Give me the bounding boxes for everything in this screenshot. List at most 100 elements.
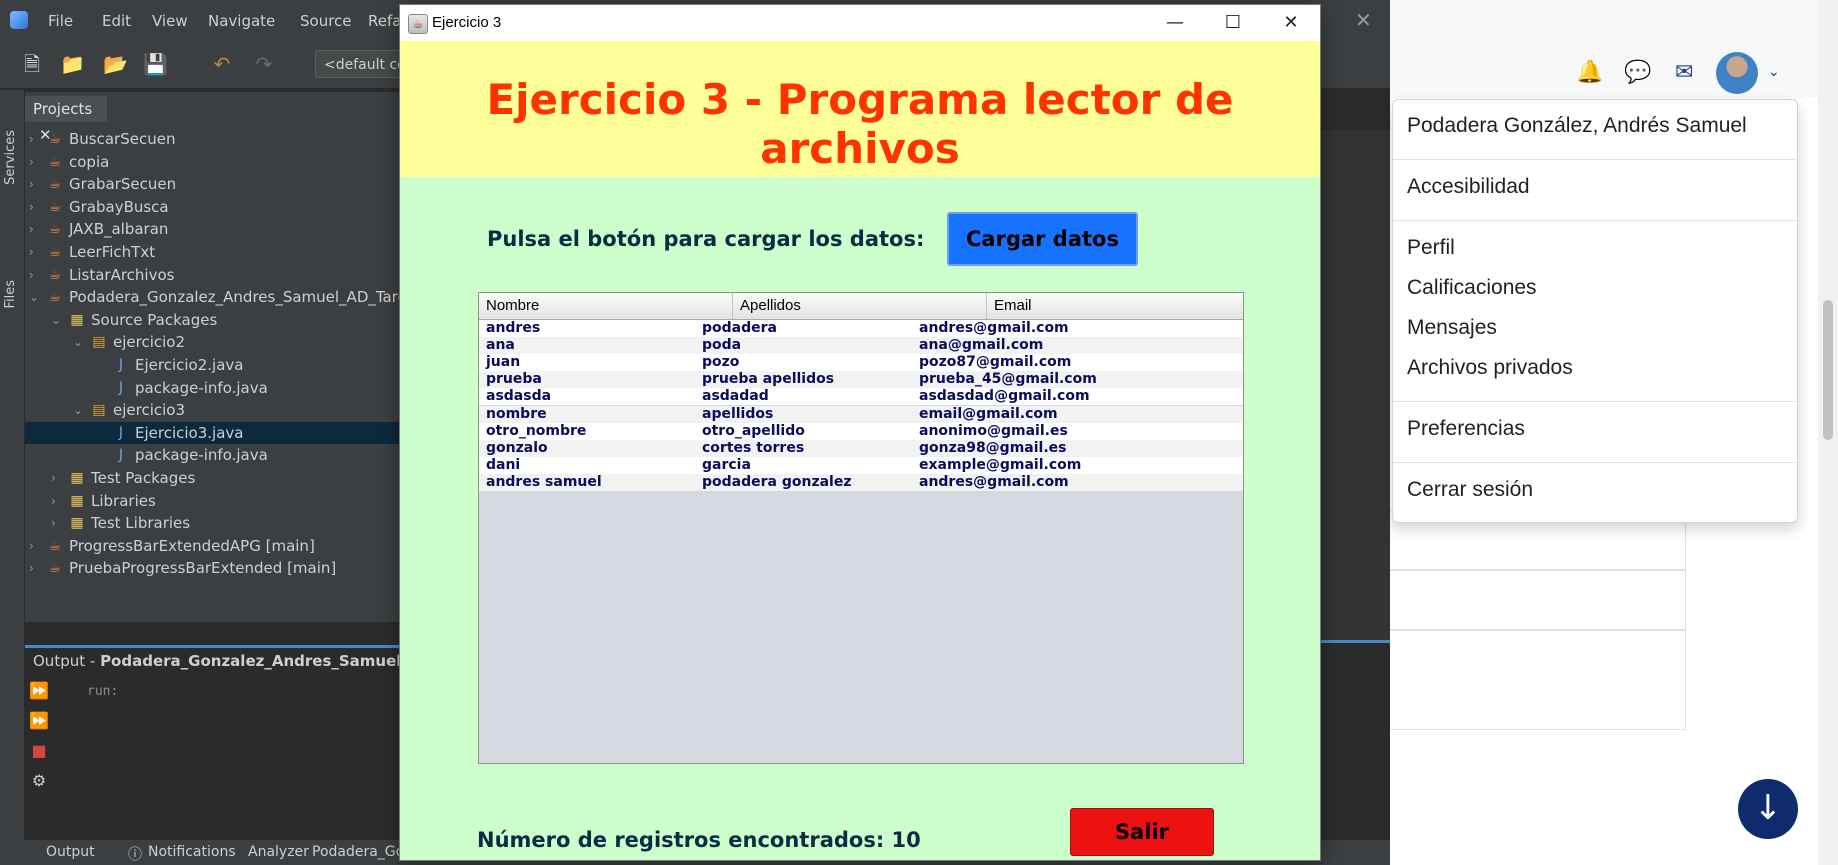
settings-icon[interactable]: ⚙ bbox=[28, 770, 50, 792]
cell-apellidos: garcia bbox=[702, 456, 751, 473]
rerun-with-params-icon[interactable]: ⏩ bbox=[28, 710, 50, 732]
menu-item-mensajes[interactable]: Mensajes bbox=[1407, 316, 1497, 340]
rerun-icon[interactable]: ⏩ bbox=[28, 680, 50, 702]
page-scrollbar[interactable] bbox=[1818, 0, 1838, 865]
table-row[interactable]: otro_nombre otro_apellido anonimo@gmail.es bbox=[479, 422, 1243, 440]
chevron-right-icon[interactable]: › bbox=[29, 218, 34, 240]
menu-edit[interactable]: Edit bbox=[102, 0, 131, 42]
close-icon[interactable]: ✕ bbox=[1262, 5, 1320, 41]
tree-item[interactable]: ⌄ ▤ ejercicio2 bbox=[25, 331, 400, 353]
redo-icon[interactable]: ↷ bbox=[252, 52, 276, 76]
tree-item[interactable]: › ▦ Libraries bbox=[25, 490, 400, 512]
scroll-down-button[interactable]: ↓ bbox=[1738, 779, 1798, 839]
chevron-right-icon[interactable]: › bbox=[51, 467, 56, 489]
table-row[interactable]: nombre apellidos email@gmail.com bbox=[479, 405, 1243, 423]
chevron-right-icon[interactable]: › bbox=[29, 264, 34, 286]
column-header-apellidos[interactable]: Apellidos bbox=[733, 293, 987, 319]
menu-item-perfil[interactable]: Perfil bbox=[1407, 236, 1455, 260]
chevron-down-icon[interactable]: ⌄ bbox=[51, 309, 61, 331]
chevron-down-icon[interactable]: ⌄ bbox=[73, 399, 83, 421]
menu-item-preferencias[interactable]: Preferencias bbox=[1407, 417, 1525, 441]
scrollbar-thumb[interactable] bbox=[1823, 300, 1833, 440]
column-header-nombre[interactable]: Nombre bbox=[479, 293, 733, 319]
chevron-down-icon[interactable]: ⌄ bbox=[1768, 64, 1780, 80]
undo-icon[interactable]: ↶ bbox=[210, 52, 234, 76]
tree-item[interactable]: › ☕ JAXB_albaran bbox=[25, 218, 400, 240]
new-project-icon[interactable]: 📁 bbox=[60, 52, 85, 76]
cell-email: andres@gmail.com bbox=[919, 473, 1069, 490]
menu-item-accesibilidad[interactable]: Accesibilidad bbox=[1407, 175, 1530, 199]
tree-item[interactable]: › ☕ ListarArchivos bbox=[25, 264, 400, 286]
chevron-right-icon[interactable]: › bbox=[29, 557, 34, 579]
chevron-right-icon[interactable]: › bbox=[51, 512, 56, 534]
tree-item-label: Test Packages bbox=[91, 469, 196, 487]
open-project-icon[interactable]: 📂 bbox=[103, 52, 128, 76]
user-menu-name[interactable]: Podadera González, Andrés Samuel bbox=[1407, 114, 1747, 138]
menu-navigate[interactable]: Navigate bbox=[208, 0, 275, 42]
chevron-right-icon[interactable]: › bbox=[29, 128, 34, 150]
load-data-button[interactable]: Cargar datos bbox=[947, 212, 1138, 266]
table-row[interactable]: andres podadera andres@gmail.com bbox=[479, 320, 1243, 337]
tree-item[interactable]: › ☕ BuscarSecuen bbox=[25, 128, 400, 150]
chevron-right-icon[interactable]: › bbox=[29, 241, 34, 263]
chevron-right-icon[interactable]: › bbox=[29, 151, 34, 173]
tab-projects[interactable]: Projects ✕ bbox=[25, 96, 107, 144]
chevron-down-icon[interactable]: ⌄ bbox=[29, 286, 39, 308]
ide-close-icon[interactable]: ✕ bbox=[1355, 8, 1372, 32]
tree-item[interactable]: › ▦ Test Libraries bbox=[25, 512, 400, 534]
chevron-down-icon[interactable]: ⌄ bbox=[73, 331, 83, 353]
user-avatar[interactable] bbox=[1716, 52, 1758, 94]
project-icon: ☕ bbox=[48, 176, 62, 193]
menu-source[interactable]: Source bbox=[300, 0, 352, 42]
minimize-icon[interactable]: — bbox=[1146, 5, 1204, 41]
menu-file[interactable]: File bbox=[48, 0, 73, 42]
exit-button[interactable]: Salir bbox=[1070, 808, 1214, 856]
menu-item-calificaciones[interactable]: Calificaciones bbox=[1407, 276, 1537, 300]
menu-item-cerrar-sesion[interactable]: Cerrar sesión bbox=[1407, 478, 1533, 502]
tree-item[interactable]: J Ejercicio2.java bbox=[25, 354, 400, 376]
tree-item[interactable]: Jpackage-info.java bbox=[25, 377, 400, 399]
column-header-email[interactable]: Email bbox=[987, 293, 1243, 319]
table-row[interactable]: juan pozo pozo87@gmail.com bbox=[479, 354, 1243, 372]
mail-icon[interactable]: ✉ bbox=[1675, 60, 1693, 85]
table-row[interactable]: gonzalo cortes torres gonza98@gmail.es bbox=[479, 439, 1243, 457]
tree-item[interactable]: Jpackage-info.java bbox=[25, 444, 400, 466]
table-row[interactable]: dani garcia example@gmail.com bbox=[479, 456, 1243, 474]
configuration-select[interactable]: <default co bbox=[315, 50, 405, 78]
tree-item[interactable]: ⌄ ▦ Source Packages bbox=[25, 309, 400, 331]
chevron-right-icon[interactable]: › bbox=[29, 535, 34, 557]
tree-item[interactable]: › ▦ Test Packages bbox=[25, 467, 400, 489]
folder-icon: ▦ bbox=[70, 470, 84, 486]
table-row[interactable]: ana poda ana@gmail.com bbox=[479, 337, 1243, 355]
table-row[interactable]: prueba prueba apellidos prueba_45@gmail.co… bbox=[479, 371, 1243, 389]
tree-item[interactable]: › ☕ PruebaProgressBarExtended [main] bbox=[25, 557, 400, 579]
records-table[interactable]: Nombre Apellidos Email andres podadera and… bbox=[478, 292, 1244, 764]
save-all-icon[interactable]: 💾 bbox=[143, 52, 168, 76]
tree-item[interactable]: › ☕ LeerFichTxt bbox=[25, 241, 400, 263]
menu-item-archivos-privados[interactable]: Archivos privados bbox=[1407, 356, 1573, 380]
netbeans-logo-icon bbox=[10, 11, 28, 29]
tree-item[interactable]: › ☕ copia bbox=[25, 151, 400, 173]
tree-item[interactable]: › ☕ GrabayBusca bbox=[25, 196, 400, 218]
chevron-right-icon[interactable]: › bbox=[29, 196, 34, 218]
table-row[interactable]: andres samuel podadera gonzalez andres@gma… bbox=[479, 473, 1243, 491]
stop-icon[interactable]: ■ bbox=[28, 740, 50, 762]
messages-chat-icon[interactable]: 💬 bbox=[1624, 60, 1651, 85]
services-side-tab[interactable]: Services bbox=[3, 130, 18, 185]
maximize-icon[interactable]: ☐ bbox=[1204, 5, 1262, 41]
status-output-tab[interactable]: Output bbox=[46, 844, 95, 860]
tree-item[interactable]: ⌄ ☕ Podadera_Gonzalez_Andres_Samuel_AD_Tar… bbox=[25, 286, 426, 308]
chevron-right-icon[interactable]: › bbox=[29, 173, 34, 195]
status-notifications-tab[interactable]: Notifications bbox=[148, 844, 236, 860]
tree-item[interactable]: › ☕ GrabarSecuen bbox=[25, 173, 400, 195]
table-row[interactable]: asdasda asdadad asdasdad@gmail.com bbox=[479, 388, 1243, 406]
tree-item[interactable]: J Ejercicio3.java bbox=[25, 421, 400, 444]
chevron-right-icon[interactable]: › bbox=[51, 490, 56, 512]
new-file-icon[interactable]: 🗎 bbox=[20, 52, 44, 76]
tree-item[interactable]: ⌄ ▤ ejercicio3 bbox=[25, 399, 400, 421]
tree-item[interactable]: › ☕ ProgressBarExtendedAPG [main] bbox=[25, 535, 400, 557]
notifications-bell-icon[interactable]: 🔔 bbox=[1576, 60, 1603, 85]
menu-view[interactable]: View bbox=[152, 0, 188, 42]
files-side-tab[interactable]: Files bbox=[3, 280, 18, 309]
status-analyzer-tab[interactable]: Analyzer bbox=[248, 844, 309, 860]
